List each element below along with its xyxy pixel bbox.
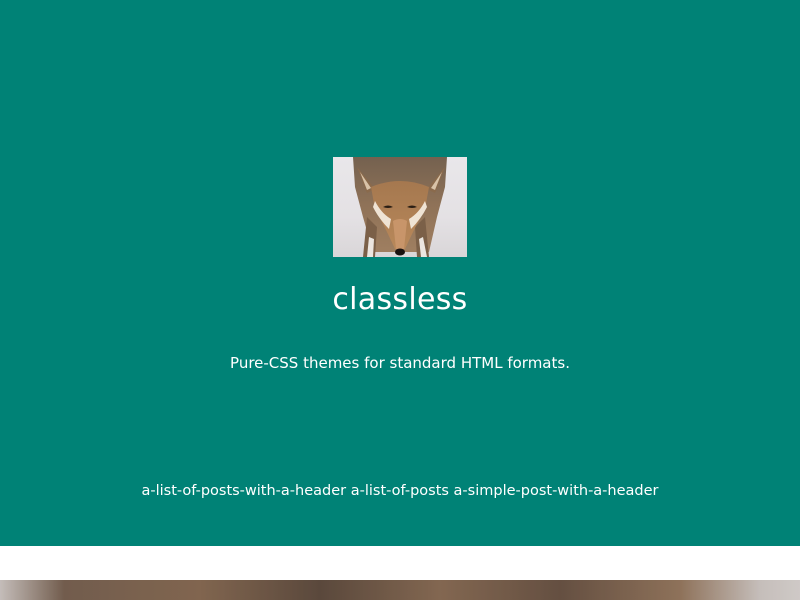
coyote-logo-image [333, 157, 467, 257]
nav-link-simple-post-with-header[interactable]: a-simple-post-with-a-header [454, 483, 659, 499]
site-tagline: Pure-CSS themes for standard HTML format… [230, 354, 570, 372]
site-logo-link[interactable] [333, 157, 467, 257]
main-nav: a-list-of-posts-with-a-header a-list-of-… [0, 480, 800, 502]
section-gap [0, 546, 800, 580]
site-header: classless Pure-CSS themes for standard H… [0, 0, 800, 546]
banner-image [0, 580, 800, 600]
site-title: classless [332, 282, 468, 317]
nav-link-list-of-posts-with-header[interactable]: a-list-of-posts-with-a-header [141, 483, 346, 499]
coyote-fur-banner [0, 580, 800, 600]
nav-link-list-of-posts[interactable]: a-list-of-posts [351, 483, 449, 499]
